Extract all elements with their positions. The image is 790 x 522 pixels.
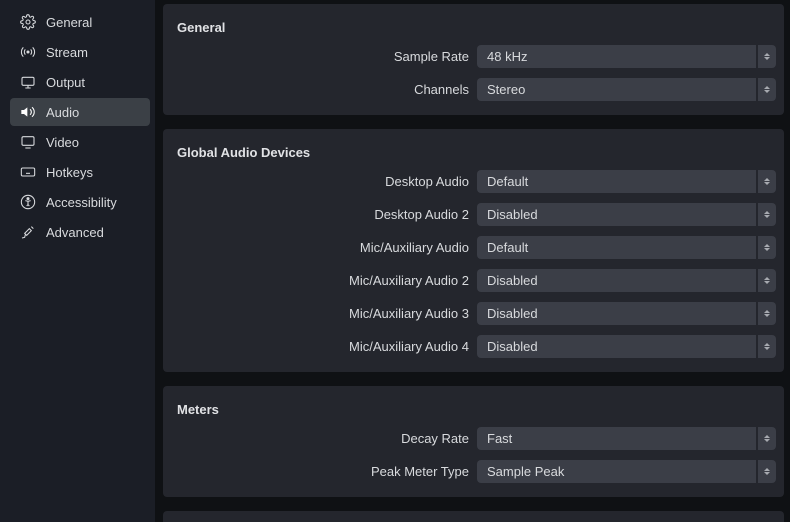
section-global-audio-devices: Global Audio Devices Desktop Audio Defau… <box>163 129 784 372</box>
section-advanced: Advanced <box>163 511 784 522</box>
desktop-audio-select[interactable]: Default <box>477 170 776 193</box>
sidebar-item-label: Advanced <box>46 225 104 240</box>
chevron-up-down-icon <box>758 302 776 325</box>
mic-aux-2-select[interactable]: Disabled <box>477 269 776 292</box>
desktop-audio-2-label: Desktop Audio 2 <box>171 207 477 222</box>
sidebar: General Stream Output Audio Video Hotkey… <box>0 0 155 522</box>
main-content: General Sample Rate 48 kHz Channels Ster… <box>155 0 790 522</box>
channels-label: Channels <box>171 82 477 97</box>
sidebar-item-advanced[interactable]: Advanced <box>10 218 150 246</box>
mic-aux-4-select[interactable]: Disabled <box>477 335 776 358</box>
select-value: Default <box>477 170 756 193</box>
chevron-up-down-icon <box>758 78 776 101</box>
sidebar-item-label: Accessibility <box>46 195 117 210</box>
sidebar-item-label: Stream <box>46 45 88 60</box>
section-meters: Meters Decay Rate Fast Peak Meter Type S… <box>163 386 784 497</box>
mic-aux-select[interactable]: Default <box>477 236 776 259</box>
section-title: Global Audio Devices <box>171 141 776 170</box>
select-value: Disabled <box>477 302 756 325</box>
output-icon <box>20 74 36 90</box>
decay-rate-label: Decay Rate <box>171 431 477 446</box>
chevron-up-down-icon <box>758 45 776 68</box>
section-title: General <box>171 16 776 45</box>
sidebar-item-video[interactable]: Video <box>10 128 150 156</box>
channels-select[interactable]: Stereo <box>477 78 776 101</box>
tools-icon <box>20 224 36 240</box>
keyboard-icon <box>20 164 36 180</box>
chevron-up-down-icon <box>758 269 776 292</box>
peak-meter-type-label: Peak Meter Type <box>171 464 477 479</box>
select-value: Disabled <box>477 203 756 226</box>
sidebar-item-label: Hotkeys <box>46 165 93 180</box>
mic-aux-3-select[interactable]: Disabled <box>477 302 776 325</box>
select-value: Disabled <box>477 269 756 292</box>
peak-meter-type-select[interactable]: Sample Peak <box>477 460 776 483</box>
select-value: 48 kHz <box>477 45 756 68</box>
sidebar-item-label: Output <box>46 75 85 90</box>
sidebar-item-output[interactable]: Output <box>10 68 150 96</box>
chevron-up-down-icon <box>758 170 776 193</box>
sidebar-item-label: General <box>46 15 92 30</box>
mic-aux-3-label: Mic/Auxiliary Audio 3 <box>171 306 477 321</box>
chevron-up-down-icon <box>758 460 776 483</box>
section-title: Meters <box>171 398 776 427</box>
desktop-audio-label: Desktop Audio <box>171 174 477 189</box>
mic-aux-label: Mic/Auxiliary Audio <box>171 240 477 255</box>
gear-icon <box>20 14 36 30</box>
chevron-up-down-icon <box>758 427 776 450</box>
sidebar-item-label: Audio <box>46 105 79 120</box>
chevron-up-down-icon <box>758 236 776 259</box>
antenna-icon <box>20 44 36 60</box>
sidebar-item-stream[interactable]: Stream <box>10 38 150 66</box>
select-value: Fast <box>477 427 756 450</box>
select-value: Stereo <box>477 78 756 101</box>
accessibility-icon <box>20 194 36 210</box>
select-value: Disabled <box>477 335 756 358</box>
sidebar-item-hotkeys[interactable]: Hotkeys <box>10 158 150 186</box>
decay-rate-select[interactable]: Fast <box>477 427 776 450</box>
sample-rate-label: Sample Rate <box>171 49 477 64</box>
sample-rate-select[interactable]: 48 kHz <box>477 45 776 68</box>
mic-aux-4-label: Mic/Auxiliary Audio 4 <box>171 339 477 354</box>
sidebar-item-general[interactable]: General <box>10 8 150 36</box>
sidebar-item-accessibility[interactable]: Accessibility <box>10 188 150 216</box>
desktop-audio-2-select[interactable]: Disabled <box>477 203 776 226</box>
select-value: Default <box>477 236 756 259</box>
section-general: General Sample Rate 48 kHz Channels Ster… <box>163 4 784 115</box>
chevron-up-down-icon <box>758 203 776 226</box>
chevron-up-down-icon <box>758 335 776 358</box>
speaker-icon <box>20 104 36 120</box>
select-value: Sample Peak <box>477 460 756 483</box>
mic-aux-2-label: Mic/Auxiliary Audio 2 <box>171 273 477 288</box>
sidebar-item-audio[interactable]: Audio <box>10 98 150 126</box>
sidebar-item-label: Video <box>46 135 79 150</box>
monitor-icon <box>20 134 36 150</box>
